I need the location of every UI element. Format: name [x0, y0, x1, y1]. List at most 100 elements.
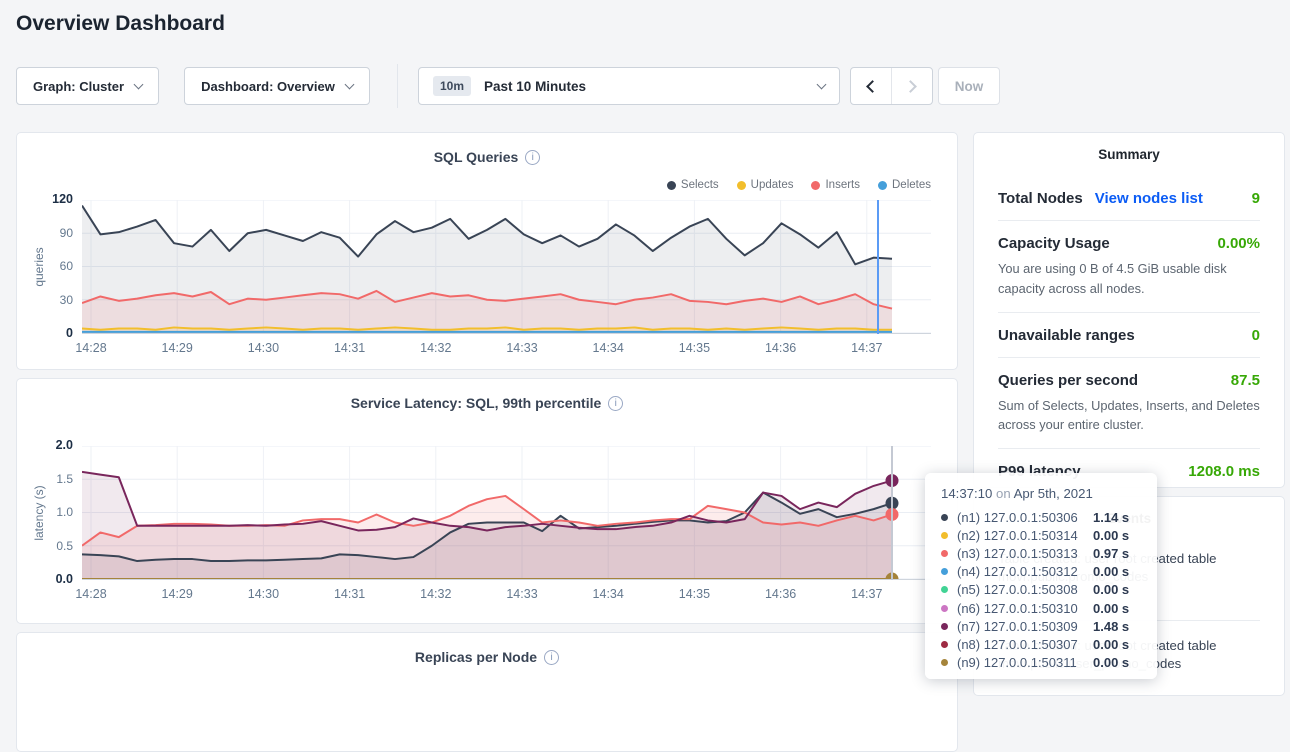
tooltip-node-value: 1.48 s: [1093, 619, 1141, 634]
sql-queries-chart-card: SQL Queries queries 120906030014:2814:29…: [16, 132, 958, 370]
legend-item[interactable]: Deletes: [878, 179, 931, 191]
legend-item[interactable]: Selects: [667, 179, 719, 191]
dashboard-dropdown[interactable]: Dashboard: Overview: [184, 67, 370, 105]
summary-items: Total Nodes View nodes list 9 Capacity Usag…: [974, 176, 1284, 493]
tooltip-node-label: (n9) 127.0.0.1:50311: [957, 655, 1077, 670]
x-axis-tick: 14:29: [152, 587, 202, 601]
tooltip-node-value: 0.00 s: [1093, 637, 1141, 652]
summary-item-value: 0: [1252, 327, 1260, 344]
tooltip-node-label: (n2) 127.0.0.1:50314: [957, 528, 1078, 543]
x-axis-tick: 14:36: [756, 341, 806, 355]
summary-item: Queries per second87.5 Sum of Selects, Up…: [998, 358, 1260, 450]
page-title: Overview Dashboard: [16, 12, 225, 36]
x-axis-tick: 14:33: [497, 587, 547, 601]
graph-dropdown[interactable]: Graph: Cluster: [16, 67, 159, 105]
tooltip-node-row: (n6) 127.0.0.1:503100.00 s: [941, 599, 1141, 617]
tooltip-node-label: (n6) 127.0.0.1:50310: [957, 601, 1078, 616]
time-range-label: Past 10 Minutes: [484, 79, 586, 94]
summary-item-value: 0.00%: [1217, 235, 1260, 252]
tooltip-node-value: 0.00 s: [1093, 582, 1141, 597]
tooltip-date: Apr 5th, 2021: [1014, 486, 1093, 501]
legend-dot-icon: [811, 181, 820, 190]
legend-item[interactable]: Updates: [737, 179, 794, 191]
tooltip-timestamp: 14:37:10 on Apr 5th, 2021: [941, 486, 1141, 501]
legend-label: Selects: [681, 179, 719, 191]
y-axis-tick: 0: [17, 326, 73, 340]
hover-timeline: [891, 446, 893, 580]
summary-item-row: Queries per second87.5: [998, 372, 1260, 389]
x-axis-tick: 14:35: [669, 341, 719, 355]
time-range-badge: 10m: [433, 76, 471, 96]
x-axis-tick: 14:33: [497, 341, 547, 355]
summary-item-value: 9: [1252, 190, 1260, 207]
controls-divider: [397, 64, 398, 108]
summary-item-label: Capacity Usage: [998, 235, 1110, 252]
legend-label: Updates: [751, 179, 794, 191]
node-color-dot-icon: [941, 532, 948, 539]
time-next-button[interactable]: [891, 68, 932, 104]
hover-timeline: [877, 200, 879, 334]
y-axis-tick: 60: [17, 259, 73, 273]
time-range-picker[interactable]: 10m Past 10 Minutes: [418, 67, 840, 105]
x-axis-tick: 14:30: [238, 587, 288, 601]
time-prev-button[interactable]: [851, 68, 891, 104]
y-axis-tick: 2.0: [17, 438, 73, 452]
summary-item-description: Sum of Selects, Updates, Inserts, and De…: [998, 396, 1260, 436]
tooltip-node-row: (n2) 127.0.0.1:503140.00 s: [941, 526, 1141, 544]
plot-area[interactable]: [82, 200, 931, 334]
chart-title-text: SQL Queries: [434, 149, 519, 165]
summary-item-label: Total Nodes: [998, 190, 1083, 207]
y-axis-tick: 1.5: [17, 472, 73, 486]
node-color-dot-icon: [941, 586, 948, 593]
summary-item: Total Nodes View nodes list 9: [998, 176, 1260, 221]
chevron-right-icon: [904, 80, 917, 93]
node-color-dot-icon: [941, 605, 948, 612]
info-icon[interactable]: [544, 650, 559, 665]
x-axis-tick: 14:28: [66, 587, 116, 601]
tooltip-node-value: 0.97 s: [1093, 546, 1141, 561]
graph-dropdown-label: Graph: Cluster: [33, 79, 124, 94]
x-axis-tick: 14:30: [238, 341, 288, 355]
tooltip-time: 14:37:10: [941, 486, 992, 501]
summary-item-label: Queries per second: [998, 372, 1138, 389]
tooltip-node-label: (n1) 127.0.0.1:50306: [957, 510, 1078, 525]
chevron-down-icon: [344, 79, 354, 89]
chart-title: Replicas per Node: [17, 649, 957, 665]
y-axis-tick: 0.0: [17, 572, 73, 586]
node-color-dot-icon: [941, 659, 948, 666]
tooltip-node-row: (n7) 127.0.0.1:503091.48 s: [941, 617, 1141, 635]
node-color-dot-icon: [941, 568, 948, 575]
x-axis-tick: 14:29: [152, 341, 202, 355]
info-icon[interactable]: [525, 150, 540, 165]
node-color-dot-icon: [941, 550, 948, 557]
legend-dot-icon: [737, 181, 746, 190]
info-icon[interactable]: [608, 396, 623, 411]
tooltip-node-value: 0.00 s: [1093, 655, 1141, 670]
summary-item-row: Unavailable ranges 0: [998, 327, 1260, 344]
x-axis-tick: 14:31: [325, 341, 375, 355]
x-axis-tick: 14:36: [756, 587, 806, 601]
tooltip-node-label: (n5) 127.0.0.1:50308: [957, 582, 1078, 597]
plot-area[interactable]: [82, 446, 931, 580]
view-nodes-list-link[interactable]: View nodes list: [1095, 190, 1203, 207]
service-latency-chart-card: Service Latency: SQL, 99th percentile la…: [16, 378, 958, 624]
tooltip-node-row: (n3) 127.0.0.1:503130.97 s: [941, 544, 1141, 562]
now-button-label: Now: [955, 79, 984, 94]
x-axis-tick: 14:31: [325, 587, 375, 601]
x-axis-tick: 14:32: [411, 587, 461, 601]
summary-item-value: 1208.0 ms: [1188, 463, 1260, 480]
legend-item[interactable]: Inserts: [811, 179, 860, 191]
tooltip-node-row: (n4) 127.0.0.1:503120.00 s: [941, 563, 1141, 581]
now-button[interactable]: Now: [938, 67, 1000, 105]
summary-heading: Summary: [974, 133, 1284, 162]
chart-title: Service Latency: SQL, 99th percentile: [17, 395, 957, 411]
legend-label: Deletes: [892, 179, 931, 191]
summary-item-row: Capacity Usage 0.00%: [998, 235, 1260, 252]
tooltip-node-rows: (n1) 127.0.0.1:503061.14 s(n2) 127.0.0.1…: [941, 508, 1141, 672]
tooltip-node-row: (n5) 127.0.0.1:50308 0.00 s: [941, 581, 1141, 599]
chart-legend: Selects Updates Inserts Deletes: [667, 179, 931, 191]
summary-item-label: Unavailable ranges: [998, 327, 1135, 344]
summary-item: Capacity Usage0.00%You are using 0 B of …: [998, 221, 1260, 313]
tooltip-on-word: on: [996, 486, 1011, 501]
chart-hover-tooltip: 14:37:10 on Apr 5th, 2021 (n1) 127.0.0.1…: [925, 473, 1157, 679]
